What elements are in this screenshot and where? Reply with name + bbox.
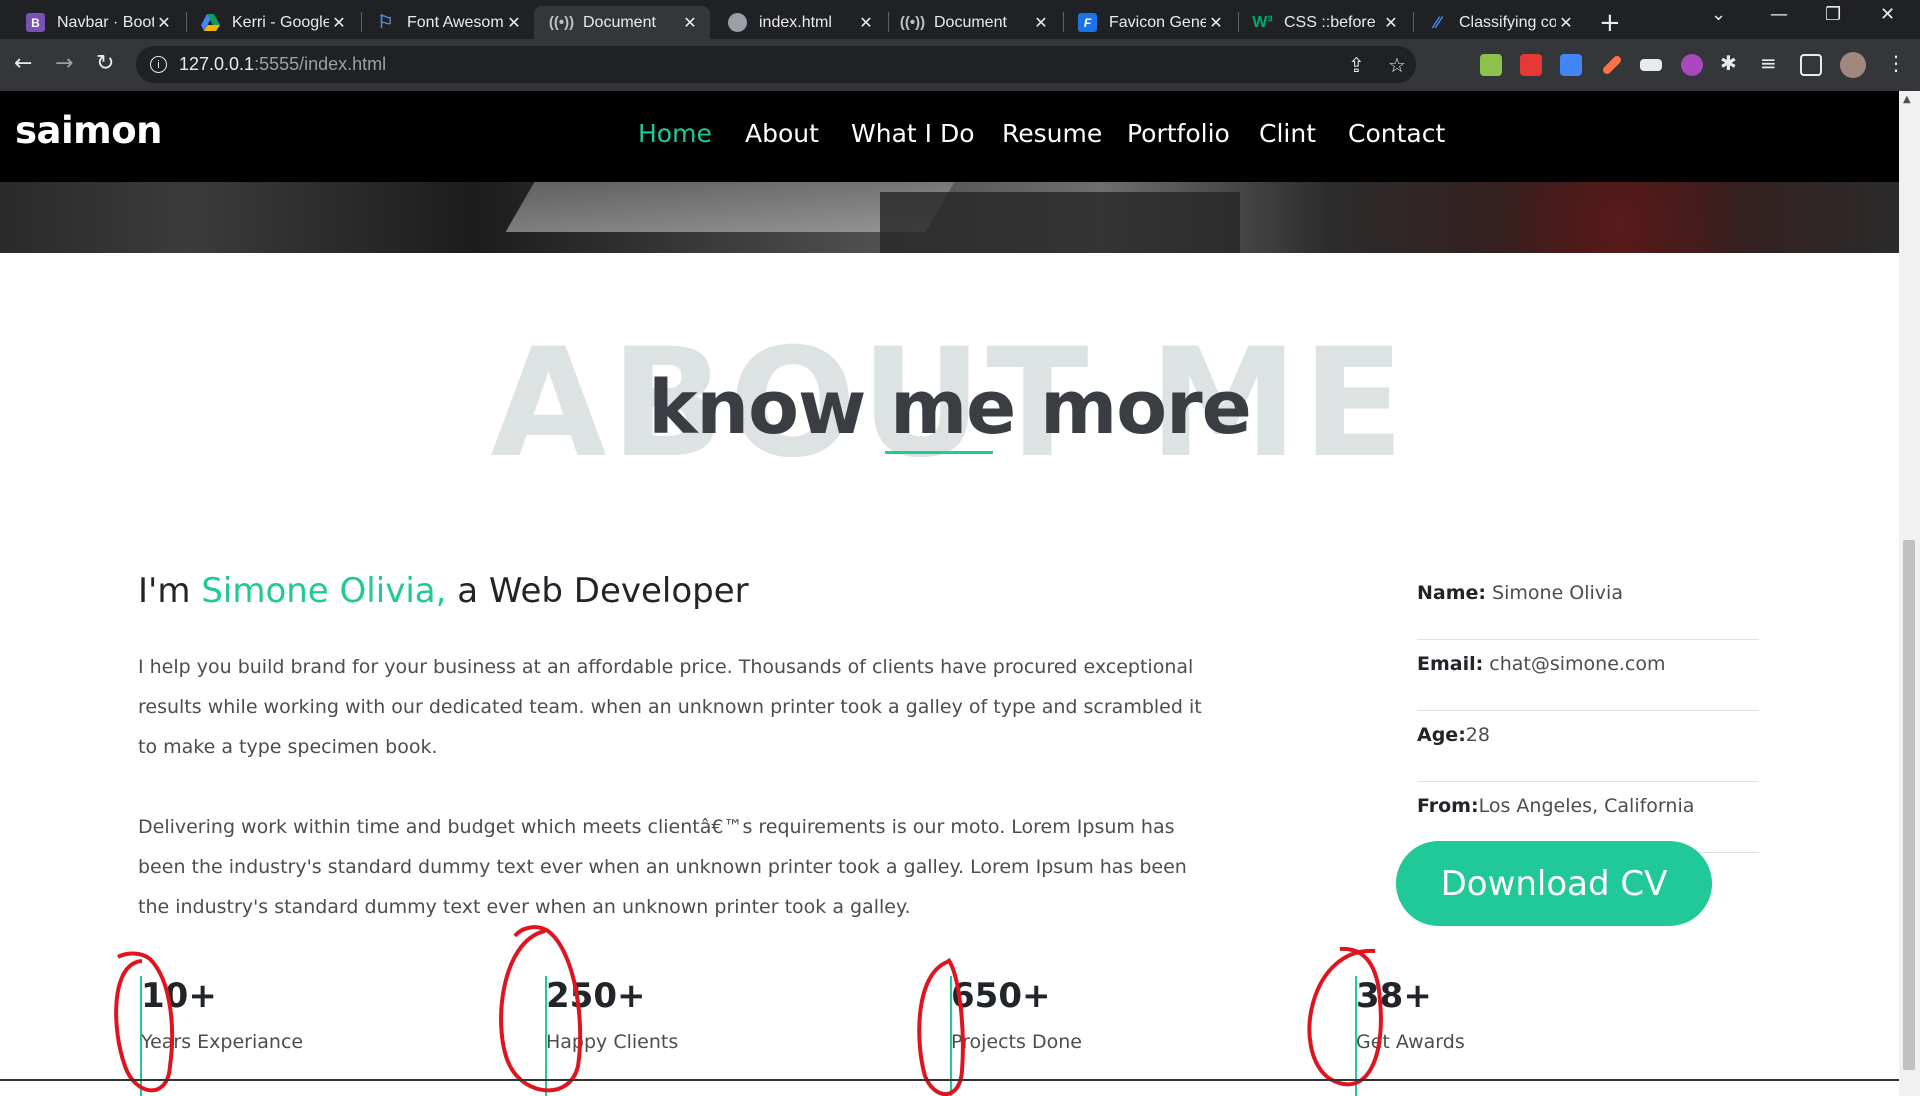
color-picker-icon[interactable]	[1601, 54, 1623, 76]
annotation-circle	[114, 951, 175, 1093]
site-logo[interactable]: saimon	[15, 109, 163, 152]
browser-tab[interactable]: Kerri - Google Drive ✕	[183, 6, 359, 39]
nav-link-home[interactable]: Home	[638, 119, 712, 148]
scrollbar-thumb[interactable]	[1903, 540, 1915, 1070]
annotation-circle	[1307, 946, 1383, 1087]
close-icon[interactable]: ✕	[1031, 13, 1051, 33]
page-viewport: saimon Home About What I Do Resume Portf…	[0, 91, 1899, 1096]
globe-icon	[728, 13, 747, 32]
back-icon[interactable]: ←	[14, 51, 32, 76]
extension-icon[interactable]	[1480, 54, 1502, 76]
new-tab-button[interactable]: +	[1599, 8, 1621, 38]
stat-label: Get Awards	[1356, 1031, 1465, 1053]
restore-button[interactable]: ❐	[1825, 4, 1841, 25]
nav-link-portfolio[interactable]: Portfolio	[1127, 119, 1230, 148]
stat-label: Projects Done	[951, 1031, 1082, 1053]
flag-icon: ⚐	[377, 12, 394, 32]
close-icon[interactable]: ✕	[680, 13, 700, 33]
stat-projects: 650+ Projects Done	[950, 976, 1082, 1096]
puzzle-icon[interactable]: ✱	[1720, 51, 1737, 75]
url-input[interactable]: i 127.0.0.1:5555/index.html ☆ ⇪	[136, 46, 1416, 83]
nav-link-clint[interactable]: Clint	[1259, 119, 1316, 148]
stat-number: 10+	[141, 976, 217, 1016]
nav-link-resume[interactable]: Resume	[1002, 119, 1102, 148]
browser-tab[interactable]: B Navbar · Bootstrap ✕	[8, 6, 184, 39]
avatar[interactable]	[1840, 52, 1866, 78]
close-icon[interactable]: ✕	[329, 13, 349, 33]
address-toolbar: ← → ↻ i 127.0.0.1:5555/index.html ☆ ⇪ ✱ …	[0, 39, 1920, 91]
stat-number: 250+	[546, 976, 646, 1016]
pen-icon: ⁄⁄	[1434, 12, 1441, 32]
bootstrap-icon: B	[26, 13, 45, 32]
close-icon[interactable]: ✕	[1381, 13, 1401, 33]
info-row-name: Name: Simone Olivia	[1417, 569, 1759, 640]
live-server-icon: ((•))	[548, 14, 575, 31]
browser-tab[interactable]: F Favicon Generator ✕	[1060, 6, 1236, 39]
intro-name: Simone Olivia,	[201, 571, 447, 611]
site-navbar: saimon Home About What I Do Resume Portf…	[0, 91, 1899, 182]
browser-tab[interactable]: ⁄⁄ Classifying content ✕	[1410, 6, 1586, 39]
info-row-age: Age:28	[1417, 711, 1759, 782]
forward-icon[interactable]: →	[55, 51, 73, 76]
stat-years: 10+ Years Experiance	[140, 976, 303, 1096]
browser-tab[interactable]: index.html ✕	[710, 6, 886, 39]
stat-label: Years Experiance	[141, 1031, 304, 1053]
side-panel-icon[interactable]	[1800, 54, 1822, 76]
close-icon[interactable]: ✕	[154, 13, 174, 33]
stat-label: Happy Clients	[546, 1031, 679, 1053]
download-cv-button[interactable]: Download CV	[1396, 841, 1712, 926]
close-icon[interactable]: ✕	[856, 13, 876, 33]
info-row-email: Email: chat@simone.com	[1417, 640, 1759, 711]
close-icon[interactable]: ✕	[1556, 13, 1576, 33]
scroll-up-icon[interactable]: ▲	[1903, 94, 1911, 105]
share-icon[interactable]: ⇪	[1348, 53, 1365, 78]
browser-tab[interactable]: ⚐ Font Awesome ✕	[358, 6, 534, 39]
hero-image	[0, 182, 1899, 253]
live-server-icon: ((•))	[899, 14, 926, 31]
about-paragraph: I help you build brand for your business…	[138, 656, 1202, 758]
title-underline	[885, 451, 993, 454]
site-info-icon[interactable]: i	[150, 56, 167, 73]
browser-tab-strip: B Navbar · Bootstrap ✕ Kerri - Google Dr…	[0, 0, 1920, 39]
browser-tab[interactable]: W³ CSS ::before Selector ✕	[1235, 6, 1411, 39]
media-icon[interactable]: ≡	[1760, 51, 1777, 75]
nav-link-contact[interactable]: Contact	[1348, 119, 1445, 148]
translate-icon[interactable]	[1560, 54, 1582, 76]
about-paragraph: Delivering work within time and budget w…	[138, 816, 1187, 918]
pocket-icon[interactable]	[1520, 54, 1542, 76]
extension-icon[interactable]	[1681, 54, 1703, 76]
bookmark-star-icon[interactable]: ☆	[1388, 53, 1406, 78]
close-window-button[interactable]: ✕	[1880, 4, 1895, 25]
page-divider	[0, 1079, 1899, 1081]
section-title: know me more	[648, 365, 1252, 451]
nav-link-what-i-do[interactable]: What I Do	[851, 119, 975, 148]
browser-tab-active[interactable]: ((•)) Document ✕	[534, 6, 710, 39]
menu-kebab-icon[interactable]: ⋮	[1886, 51, 1906, 75]
stat-awards: 38+ Get Awards	[1355, 976, 1465, 1096]
w3schools-icon: W³	[1252, 13, 1273, 31]
google-drive-icon	[201, 13, 220, 32]
intro-heading: I'm Simone Olivia, a Web Developer	[138, 571, 749, 611]
stat-number: 38+	[1356, 976, 1432, 1016]
close-icon[interactable]: ✕	[1206, 13, 1226, 33]
close-icon[interactable]: ✕	[504, 13, 524, 33]
nav-link-about[interactable]: About	[745, 119, 819, 148]
browser-tab[interactable]: ((•)) Document ✕	[885, 6, 1061, 39]
stat-number: 650+	[951, 976, 1051, 1016]
reload-icon[interactable]: ↻	[96, 51, 114, 76]
tab-search-icon[interactable]: ⌄	[1711, 4, 1726, 25]
favicon-generator-icon: F	[1078, 13, 1097, 32]
cast-icon[interactable]	[1640, 59, 1662, 71]
stat-clients: 250+ Happy Clients	[545, 976, 678, 1096]
minimize-button[interactable]: —	[1770, 4, 1788, 25]
